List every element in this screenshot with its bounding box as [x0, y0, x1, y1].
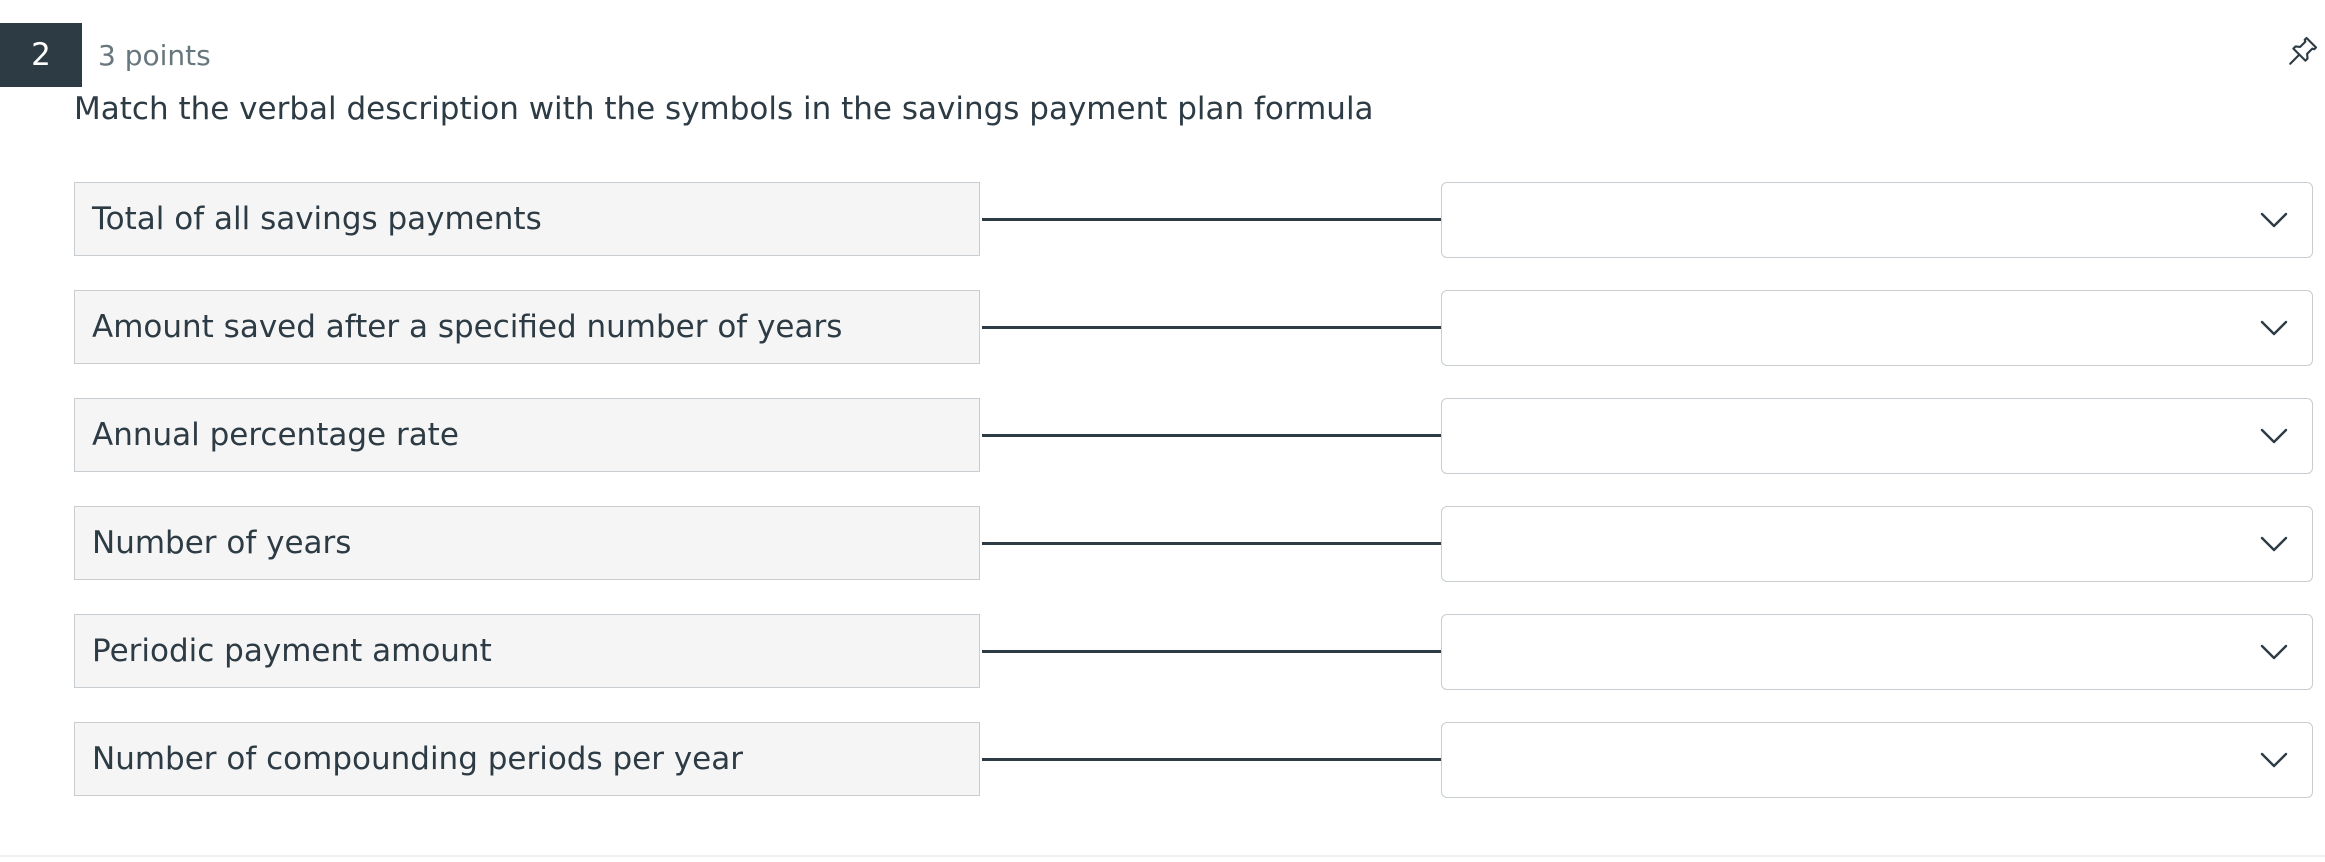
answer-select[interactable]: [1441, 506, 2313, 582]
match-row: Number of compounding periods per year: [0, 722, 2325, 798]
answer-select[interactable]: [1441, 290, 2313, 366]
match-row: Amount saved after a specified number of…: [0, 290, 2325, 366]
match-prompt: Total of all savings payments: [74, 182, 980, 256]
match-row: Annual percentage rate: [0, 398, 2325, 474]
match-row: Number of years: [0, 506, 2325, 582]
bottom-divider: [0, 855, 2325, 857]
match-prompt: Amount saved after a specified number of…: [74, 290, 980, 364]
match-prompt: Number of compounding periods per year: [74, 722, 980, 796]
connector-line: [982, 758, 1442, 761]
connector-line: [982, 434, 1442, 437]
chevron-down-icon: [2260, 320, 2288, 336]
chevron-down-icon: [2260, 644, 2288, 660]
connector-line: [982, 326, 1442, 329]
chevron-down-icon: [2260, 536, 2288, 552]
match-row: Total of all savings payments: [0, 182, 2325, 258]
answer-select[interactable]: [1441, 398, 2313, 474]
match-row: Periodic payment amount: [0, 614, 2325, 690]
connector-line: [982, 218, 1442, 221]
answer-select[interactable]: [1441, 182, 2313, 258]
matching-rows: Total of all savings payments Amount sav…: [0, 0, 2325, 862]
answer-select[interactable]: [1441, 614, 2313, 690]
chevron-down-icon: [2260, 752, 2288, 768]
connector-line: [982, 542, 1442, 545]
chevron-down-icon: [2260, 212, 2288, 228]
match-prompt: Annual percentage rate: [74, 398, 980, 472]
chevron-down-icon: [2260, 428, 2288, 444]
connector-line: [982, 650, 1442, 653]
answer-select[interactable]: [1441, 722, 2313, 798]
match-prompt: Periodic payment amount: [74, 614, 980, 688]
match-prompt: Number of years: [74, 506, 980, 580]
